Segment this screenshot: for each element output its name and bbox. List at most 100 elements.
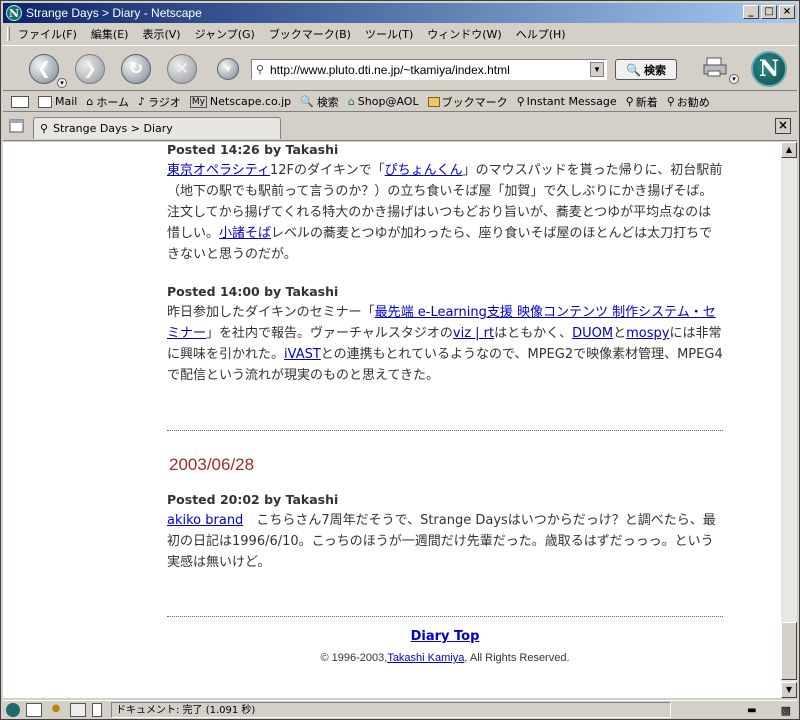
personal-item-new[interactable]: ⚲ 新着	[626, 94, 658, 110]
security-lock-icon[interactable]: ▩	[781, 704, 791, 717]
scroll-thumb[interactable]	[781, 622, 797, 680]
status-text: ドキュメント: 完了 (1.091 秒)	[111, 702, 671, 718]
scroll-down-button[interactable]: ▼	[781, 682, 797, 698]
footer-divider	[167, 616, 723, 617]
new-tab-icon[interactable]	[9, 118, 25, 134]
link-mospy[interactable]: mospy	[626, 326, 669, 341]
link-akiko-brand[interactable]: akiko brand	[167, 513, 243, 528]
bookmark-link-icon: ⚲	[625, 95, 634, 108]
link-icon: ⚲	[255, 64, 265, 76]
diary-entry: Posted 14:26 by Takashi 東京オペラシティ12Fのダイキン…	[167, 142, 723, 265]
copyright-line: © 1996-2003,Takashi Kamiya, All Rights R…	[167, 652, 723, 664]
mail-icon[interactable]	[26, 703, 42, 717]
personal-item-search[interactable]: 🔍 検索	[300, 94, 339, 110]
window-controls: _ □ ×	[741, 5, 795, 19]
print-dropdown[interactable]: ▾	[729, 74, 739, 84]
entry-body: 東京オペラシティ12Fのダイキンで「ぴちょんくん」のマウスパッドを貰った帰りに、…	[167, 160, 723, 265]
personal-item-home[interactable]: ⌂ ホーム	[86, 94, 129, 110]
shop-house-icon: ⌂	[347, 95, 355, 108]
menu-view[interactable]: 表示(V)	[142, 26, 180, 42]
minimize-button[interactable]: _	[743, 5, 759, 19]
menu-window[interactable]: ウィンドウ(W)	[427, 26, 501, 42]
netscape-status-icon[interactable]	[6, 703, 20, 717]
go-dropdown-button[interactable]: ▾	[217, 58, 239, 80]
back-history-dropdown[interactable]: ▾	[57, 78, 67, 88]
copyright-prefix: © 1996-2003,	[320, 652, 388, 664]
instant-message-icon[interactable]: ●	[48, 703, 64, 717]
link-ivast[interactable]: iVAST	[284, 347, 321, 362]
browser-window: N Strange Days > Diary - Netscape _ □ × …	[0, 0, 800, 720]
status-bar: ● ドキュメント: 完了 (1.091 秒) ▬ ▩	[3, 700, 797, 719]
copyright-suffix: , All Rights Reserved.	[464, 652, 570, 664]
personal-item-radio[interactable]: ♪ ラジオ	[138, 94, 181, 110]
composer-icon[interactable]	[70, 703, 86, 717]
personal-toolbar: Mail ⌂ ホーム ♪ ラジオ My Netscape.co.jp 🔍 検索 …	[3, 92, 797, 112]
menu-edit[interactable]: 編集(E)	[91, 26, 129, 42]
magnifier-icon: 🔍	[626, 62, 641, 77]
headphones-icon: ♪	[138, 95, 146, 108]
tab-toggle-icon	[11, 95, 29, 108]
chevron-down-icon: ▾	[225, 63, 231, 75]
address-book-icon[interactable]	[92, 703, 102, 717]
netscape-app-icon: N	[6, 5, 22, 21]
bookmark-link-icon: ⚲	[666, 95, 675, 108]
url-field[interactable]: ⚲ ▼	[251, 59, 607, 80]
tab-title: Strange Days > Diary	[53, 122, 173, 135]
diary-top-link[interactable]: Diary Top	[411, 629, 480, 644]
link-pichonkun[interactable]: ぴちょんくん	[385, 163, 463, 178]
personal-item-mail[interactable]: Mail	[38, 95, 77, 108]
text-segment: 12Fのダイキンで「	[269, 163, 385, 178]
personal-item-shop[interactable]: ⌂ Shop@AOL	[348, 95, 419, 108]
bookmark-link-icon: ⚲	[516, 95, 525, 108]
maximize-button[interactable]: □	[761, 5, 777, 19]
forward-button[interactable]: ❯	[75, 54, 105, 84]
personal-item-netscape[interactable]: My Netscape.co.jp	[189, 95, 291, 108]
personal-home-tab-icon[interactable]	[11, 95, 29, 108]
connection-icon: ▬	[747, 704, 757, 716]
link-viz-rt[interactable]: viz | rt	[453, 326, 494, 341]
bookmark-folder-icon	[427, 96, 440, 107]
personal-item-recommend[interactable]: ⚲ お勧め	[667, 94, 710, 110]
stop-x-icon: ✕	[174, 59, 190, 79]
menu-file[interactable]: ファイル(F)	[18, 26, 77, 42]
print-icon[interactable]	[703, 56, 729, 78]
back-button[interactable]: ❮	[29, 54, 59, 84]
reload-button[interactable]: ↻	[121, 54, 151, 84]
entry-body: 昨日参加したダイキンのセミナー「最先端 e-Learning支援 映像コンテンツ…	[167, 302, 723, 386]
home-icon: ⌂	[86, 95, 94, 108]
text-segment: 昨日参加したダイキンのセミナー「	[167, 305, 375, 320]
author-link[interactable]: Takashi Kamiya	[387, 652, 464, 664]
entry-posted: Posted 14:00 by Takashi	[167, 284, 339, 299]
menu-go[interactable]: ジャンプ(G)	[195, 26, 255, 42]
link-komoro-soba[interactable]: 小諸そば	[219, 226, 271, 241]
stop-button[interactable]: ✕	[167, 54, 197, 84]
entry-posted: Posted 20:02 by Takashi	[167, 492, 339, 507]
footer-nav: Diary Top	[167, 629, 723, 644]
link-tokyo-opera-city[interactable]: 東京オペラシティ	[167, 163, 270, 178]
tab-strange-days[interactable]: ⚲ Strange Days > Diary	[33, 117, 281, 139]
vertical-scrollbar[interactable]: ▲ ▼	[781, 142, 797, 698]
menu-tools[interactable]: ツール(T)	[365, 26, 413, 42]
url-dropdown-button[interactable]: ▼	[590, 62, 604, 77]
menu-bookmarks[interactable]: ブックマーク(B)	[269, 26, 351, 42]
netscape-logo[interactable]: N	[751, 51, 787, 87]
window-title: Strange Days > Diary - Netscape	[26, 6, 202, 20]
text-segment: こちらさん7周年だそうで、Strange Daysはいつからだっけ？と調べたら、…	[167, 513, 716, 570]
scroll-up-button[interactable]: ▲	[781, 142, 797, 158]
personal-item-bookmarks[interactable]: ブックマーク	[427, 94, 508, 110]
tab-bar: ⚲ Strange Days > Diary ×	[3, 114, 797, 141]
arrow-left-icon: ❮	[36, 59, 52, 79]
search-button[interactable]: 🔍 検索	[615, 59, 677, 80]
personal-item-instant-message[interactable]: ⚲ Instant Message	[517, 95, 617, 108]
url-input[interactable]	[268, 62, 578, 77]
diary-entry: Posted 20:02 by Takashi akiko brand こちらさ…	[167, 492, 723, 573]
page-content: Posted 14:26 by Takashi 東京オペラシティ12Fのダイキン…	[3, 142, 781, 698]
menu-grip	[7, 27, 10, 41]
navigation-toolbar: ❮ ▾ ❯ ↻ ✕ ▾ ⚲ ▼ 🔍 検索 ▾ N	[3, 45, 797, 91]
menu-help[interactable]: ヘルプ(H)	[516, 26, 566, 42]
magnifier-icon: 🔍	[300, 95, 314, 108]
entry-body: akiko brand こちらさん7周年だそうで、Strange Daysはいつ…	[167, 510, 723, 573]
close-button[interactable]: ×	[779, 5, 795, 19]
close-tab-button[interactable]: ×	[775, 118, 791, 134]
link-duom[interactable]: DUOM	[572, 326, 613, 341]
